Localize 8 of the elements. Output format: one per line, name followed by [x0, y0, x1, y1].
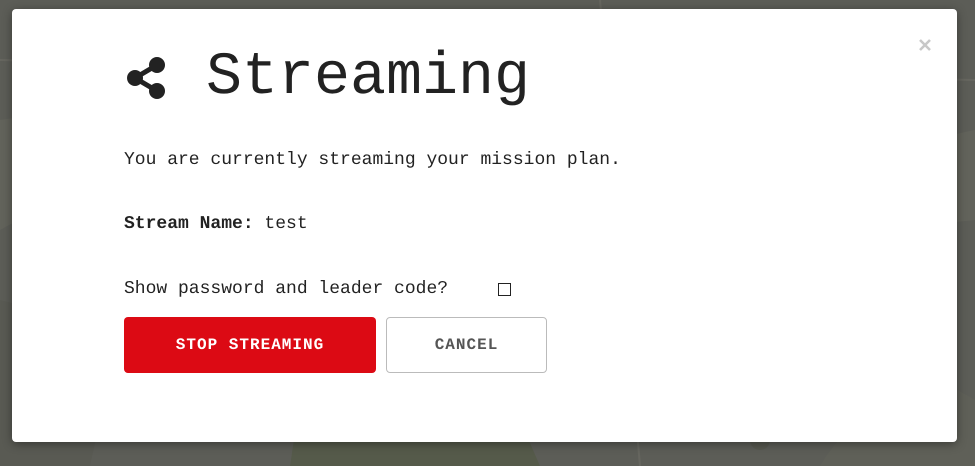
- share-icon: [124, 56, 168, 100]
- show-codes-checkbox[interactable]: [498, 282, 512, 296]
- stop-button[interactable]: STOP STREAMING: [124, 317, 376, 373]
- status-message: You are currently streaming your mission plan.: [124, 149, 622, 171]
- checkbox-label: Show password and leader code?: [124, 278, 448, 300]
- stream-name: Stream Name: test: [124, 213, 309, 235]
- dialog-title: Streaming: [206, 43, 530, 113]
- cancel-button[interactable]: CANCEL: [386, 317, 547, 373]
